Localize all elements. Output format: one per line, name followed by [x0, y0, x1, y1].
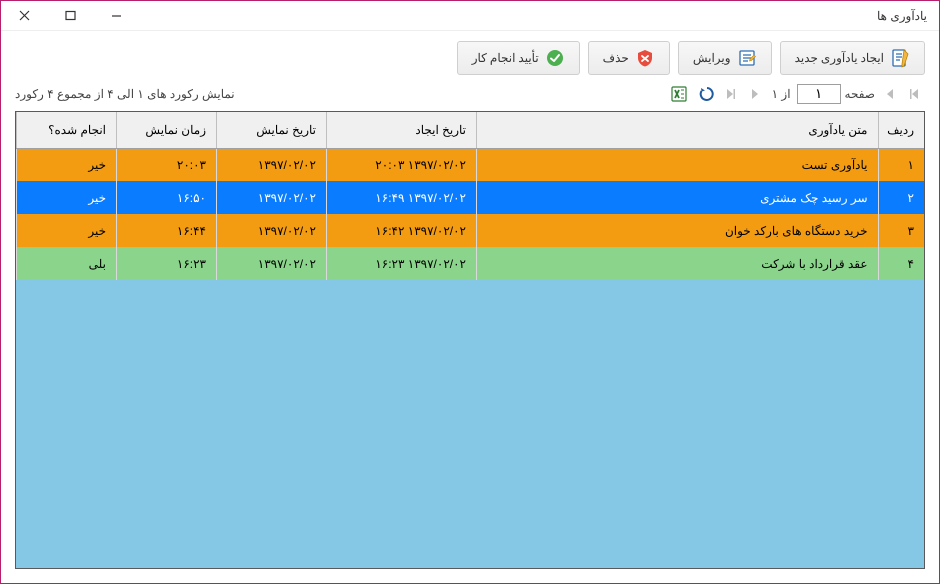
next-page-button[interactable] [744, 84, 766, 104]
table: ردیف متن یادآوری تاریخ ایجاد تاریخ نمایش… [16, 112, 924, 280]
maximize-button[interactable] [47, 1, 93, 30]
cell-created: ۱۳۹۷/۰۲/۰۲ ۱۶:۴۹ [327, 181, 477, 214]
col-done[interactable]: انجام شده؟ [17, 112, 117, 148]
new-icon [890, 48, 910, 68]
prev-page-button[interactable] [879, 84, 901, 104]
grid-empty-area [16, 280, 924, 568]
window-controls [1, 1, 139, 30]
window-title: یادآوری ها [877, 9, 927, 23]
titlebar: یادآوری ها [1, 1, 939, 31]
export-excel-button[interactable] [668, 84, 690, 104]
col-text[interactable]: متن یادآوری [477, 112, 879, 148]
cell-show_time: ۱۶:۵۰ [117, 181, 217, 214]
page-input[interactable] [797, 84, 841, 104]
table-row[interactable]: ۱یادآوری تست۱۳۹۷/۰۲/۰۲ ۲۰:۰۳۱۳۹۷/۰۲/۰۲۲۰… [17, 148, 925, 181]
pagination-bar: صفحه از ۱ نمایش رکورد های ۱ الی ۴ از مجم… [1, 83, 939, 111]
edit-label: ویرایش [693, 51, 731, 66]
cell-done: خیر [17, 214, 117, 247]
cell-show_date: ۱۳۹۷/۰۲/۰۲ [217, 214, 327, 247]
close-button[interactable] [1, 1, 47, 30]
new-reminder-label: ایجاد یادآوری جدید [795, 51, 884, 66]
cell-done: خیر [17, 148, 117, 181]
grid: ردیف متن یادآوری تاریخ ایجاد تاریخ نمایش… [15, 111, 925, 569]
cell-text: یادآوری تست [477, 148, 879, 181]
check-icon [545, 48, 565, 68]
cell-no: ۳ [878, 214, 924, 247]
header-row: ردیف متن یادآوری تاریخ ایجاد تاریخ نمایش… [17, 112, 925, 148]
refresh-button[interactable] [696, 84, 718, 104]
page-label: صفحه [843, 87, 877, 101]
app-window: یادآوری ها ایجاد یادآوری جدید ویرایش حذف… [0, 0, 940, 584]
col-showdate[interactable]: تاریخ نمایش [217, 112, 327, 148]
confirm-done-button[interactable]: تأیید انجام کار [457, 41, 580, 75]
confirm-done-label: تأیید انجام کار [472, 51, 539, 66]
cell-done: خیر [17, 181, 117, 214]
cell-text: خرید دستگاه های بارکد خوان [477, 214, 879, 247]
delete-label: حذف [603, 51, 629, 66]
edit-button[interactable]: ویرایش [678, 41, 772, 75]
cell-created: ۱۳۹۷/۰۲/۰۲ ۱۶:۲۳ [327, 247, 477, 280]
table-row[interactable]: ۳خرید دستگاه های بارکد خوان۱۳۹۷/۰۲/۰۲ ۱۶… [17, 214, 925, 247]
page-of-total: از ۱ [768, 87, 795, 101]
col-rowno[interactable]: ردیف [878, 112, 924, 148]
record-status: نمایش رکورد های ۱ الی ۴ از مجموع ۴ رکورد [15, 87, 235, 101]
cell-text: سر رسید چک مشتری [477, 181, 879, 214]
delete-button[interactable]: حذف [588, 41, 670, 75]
cell-no: ۱ [878, 148, 924, 181]
cell-created: ۱۳۹۷/۰۲/۰۲ ۲۰:۰۳ [327, 148, 477, 181]
table-row[interactable]: ۲سر رسید چک مشتری۱۳۹۷/۰۲/۰۲ ۱۶:۴۹۱۳۹۷/۰۲… [17, 181, 925, 214]
cell-show_time: ۱۶:۲۳ [117, 247, 217, 280]
cell-show_time: ۱۶:۴۴ [117, 214, 217, 247]
cell-done: بلی [17, 247, 117, 280]
col-created[interactable]: تاریخ ایجاد [327, 112, 477, 148]
cell-no: ۲ [878, 181, 924, 214]
cell-created: ۱۳۹۷/۰۲/۰۲ ۱۶:۴۲ [327, 214, 477, 247]
cell-text: عقد قرارداد با شرکت [477, 247, 879, 280]
toolbar: ایجاد یادآوری جدید ویرایش حذف تأیید انجا… [1, 31, 939, 83]
cell-show_date: ۱۳۹۷/۰۲/۰۲ [217, 148, 327, 181]
edit-icon [737, 48, 757, 68]
cell-show_time: ۲۰:۰۳ [117, 148, 217, 181]
cell-show_date: ۱۳۹۷/۰۲/۰۲ [217, 181, 327, 214]
col-showtime[interactable]: زمان نمایش [117, 112, 217, 148]
last-page-button[interactable] [720, 84, 742, 104]
table-row[interactable]: ۴عقد قرارداد با شرکت۱۳۹۷/۰۲/۰۲ ۱۶:۲۳۱۳۹۷… [17, 247, 925, 280]
cell-show_date: ۱۳۹۷/۰۲/۰۲ [217, 247, 327, 280]
new-reminder-button[interactable]: ایجاد یادآوری جدید [780, 41, 925, 75]
pagination-controls: صفحه از ۱ [668, 84, 925, 104]
cell-no: ۴ [878, 247, 924, 280]
first-page-button[interactable] [903, 84, 925, 104]
delete-icon [635, 48, 655, 68]
minimize-button[interactable] [93, 1, 139, 30]
